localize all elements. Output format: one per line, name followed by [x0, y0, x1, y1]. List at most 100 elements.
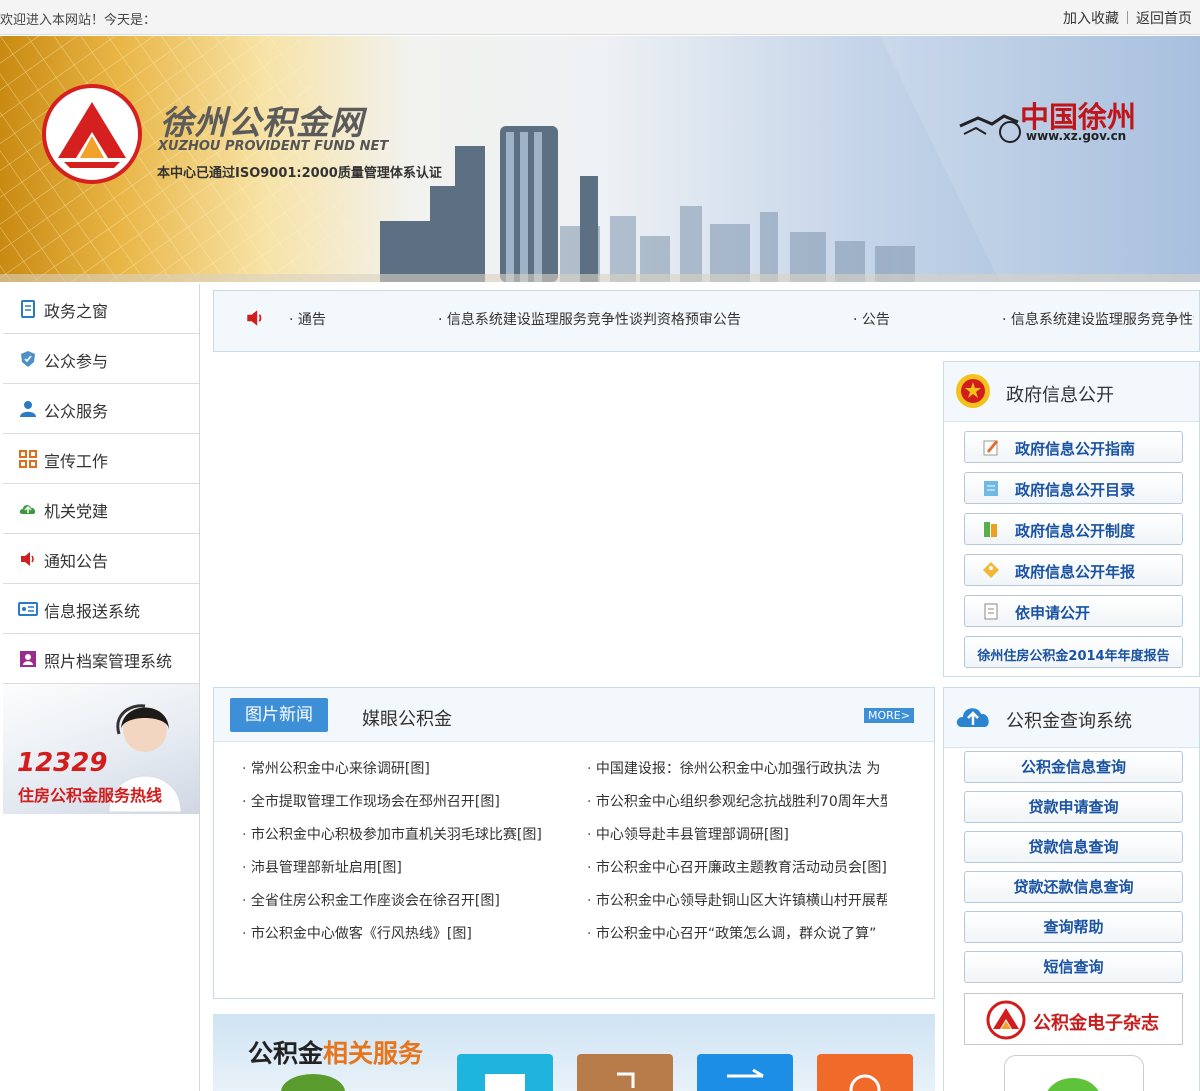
loan-repayment-query-button[interactable]: 贷款还款信息查询: [964, 871, 1183, 903]
banner-skyline-art: [0, 36, 1200, 282]
service-tile-icon: [727, 1068, 764, 1078]
notice-bar: · 通告 · 信息系统建设监理服务竞争性谈判资格预审公告 · 公告 · 信息系统建设监…: [213, 290, 1200, 352]
national-emblem-icon: [956, 374, 990, 408]
hotline-banner[interactable]: 12329 住房公积金服务热线: [3, 684, 199, 814]
wechat-icon: [1047, 1078, 1099, 1091]
partner-logo-url[interactable]: www.xz.gov.cn: [1026, 129, 1126, 143]
gov-info-title: 政府信息公开: [1006, 385, 1114, 406]
news-item[interactable]: 市公积金中心召开廉政主题教育活动动员会[图]: [587, 857, 887, 890]
tag-icon: [983, 562, 999, 578]
sidebar-item-label: 宣传工作: [44, 452, 109, 471]
logo-icon: [58, 102, 126, 168]
speaker-icon: [247, 310, 262, 326]
tab-photo-news[interactable]: 图片新闻: [230, 698, 328, 732]
e-magazine-button[interactable]: 公积金电子杂志: [964, 993, 1183, 1045]
annual-report-2014-button[interactable]: 徐州住房公积金2014年年度报告: [964, 636, 1183, 668]
gov-info-guide-button[interactable]: 政府信息公开指南: [964, 431, 1183, 463]
service-tile-icon: [617, 1072, 635, 1088]
notice-marquee: · 通告 · 信息系统建设监理服务竞争性谈判资格预审公告 · 公告 · 信息系统建设监…: [289, 309, 1194, 329]
sidebar-item-photo-archive-system[interactable]: 照片档案管理系统: [3, 634, 199, 684]
sidebar-item-label: 信息报送系统: [44, 602, 141, 621]
related-services-title: 公积金相关服务: [248, 1034, 423, 1070]
service-tile-icon: [485, 1074, 525, 1091]
gov-info-header: 政府信息公开: [944, 362, 1199, 422]
query-help-button[interactable]: 查询帮助: [964, 911, 1183, 943]
related-services-title-part2: 相关服务: [323, 1039, 424, 1068]
news-item[interactable]: 市公积金中心领导赴铜山区大许镇横山村开展帮: [587, 890, 887, 923]
news-list-right: 中国建设报：徐州公积金中心加强行政执法 为 市公积金中心组织参观纪念抗战胜利70…: [587, 758, 887, 956]
related-services-title-part1: 公积金: [248, 1039, 324, 1068]
news-panel: 图片新闻 媒眼公积金 MORE> 常州公积金中心来徐调研[图] 全市提取管理工作…: [213, 687, 935, 999]
link-divider: [1127, 11, 1128, 24]
user-icon: [20, 401, 36, 417]
gov-info-request-button[interactable]: 依申请公开: [964, 595, 1183, 627]
sidebar-item-label: 通知公告: [44, 552, 109, 571]
header-banner: 徐州公积金网 XUZHOU PROVIDENT FUND NET 本中心已通过I…: [0, 36, 1200, 282]
notice-item[interactable]: · 信息系统建设监理服务竞争性谈判资格预审公告: [1002, 309, 1194, 329]
service-tile-2[interactable]: [577, 1054, 673, 1091]
more-button[interactable]: MORE>: [864, 708, 914, 723]
loan-info-query-button[interactable]: 贷款信息查询: [964, 831, 1183, 863]
news-item[interactable]: 常州公积金中心来徐调研[图]: [242, 758, 562, 791]
sidebar-item-label: 公众服务: [44, 402, 109, 421]
related-services-banner: 公积金相关服务: [213, 1014, 935, 1091]
sidebar-item-public-service[interactable]: 公众服务: [3, 384, 199, 434]
cloud-upload-icon: [956, 708, 989, 727]
news-item[interactable]: 沛县管理部新址启用[图]: [242, 857, 562, 890]
gov-info-button-label: 依申请公开: [1015, 604, 1091, 622]
news-item[interactable]: 中心领导赴丰县管理部调研[图]: [587, 824, 887, 857]
news-item[interactable]: 全市提取管理工作现场会在邳州召开[图]: [242, 791, 562, 824]
welcome-text: 欢迎进入本网站！今天是：: [0, 13, 157, 28]
query-system-title: 公积金查询系统: [1006, 711, 1132, 732]
add-favorite-link[interactable]: 加入收藏: [1063, 11, 1119, 27]
gov-info-button-label: 徐州住房公积金2014年年度报告: [977, 649, 1170, 664]
news-item[interactable]: 市公积金中心做客《行风热线》[图]: [242, 923, 562, 956]
top-bar: 欢迎进入本网站！今天是： 加入收藏 返回首页: [0, 0, 1200, 35]
gov-info-button-label: 政府信息公开制度: [1015, 522, 1136, 540]
wechat-badge[interactable]: [1004, 1055, 1144, 1091]
service-tile-3[interactable]: [697, 1054, 793, 1091]
notice-item[interactable]: · 信息系统建设监理服务竞争性谈判资格预审公告: [438, 309, 853, 329]
hotline-number: 12329: [17, 748, 108, 778]
sidebar-nav: 政务之窗 公众参与 公众服务 宣传工作 机关党建 通知公告 信息报送系统 照片档…: [3, 284, 200, 1091]
news-item[interactable]: 市公积金中心组织参观纪念抗战胜利70周年大型: [587, 791, 887, 824]
news-list-left: 常州公积金中心来徐调研[图] 全市提取管理工作现场会在邳州召开[图] 市公积金中…: [242, 758, 562, 956]
gov-info-annual-report-button[interactable]: 政府信息公开年报: [964, 554, 1183, 586]
cloud-icon: [19, 505, 36, 514]
sms-query-button[interactable]: 短信查询: [964, 951, 1183, 983]
news-tabs: 图片新闻 媒眼公积金 MORE>: [214, 688, 934, 742]
photo-icon: [20, 651, 36, 667]
gov-info-rules-button[interactable]: 政府信息公开制度: [964, 513, 1183, 545]
notice-item[interactable]: · 公告: [853, 309, 1002, 329]
id-card-icon: [18, 602, 38, 616]
speaker-icon: [21, 552, 34, 566]
service-tile-icon: [849, 1074, 881, 1091]
news-item[interactable]: 市公积金中心积极参加市直机关羽毛球比赛[图]: [242, 824, 562, 857]
iso-certification-text: 本中心已通过ISO9001:2000质量管理体系认证: [157, 166, 442, 181]
sidebar-item-gov-window[interactable]: 政务之窗: [3, 284, 199, 334]
sidebar-item-publicity[interactable]: 宣传工作: [3, 434, 199, 484]
sidebar-item-public-participation[interactable]: 公众参与: [3, 334, 199, 384]
clipboard-icon: [984, 603, 998, 620]
site-logo[interactable]: [42, 84, 142, 184]
sidebar-item-notices[interactable]: 通知公告: [3, 534, 199, 584]
tab-media-view[interactable]: 媒眼公积金: [362, 705, 452, 731]
news-item[interactable]: 中国建设报：徐州公积金中心加强行政执法 为: [587, 758, 887, 791]
news-item[interactable]: 全省住房公积金工作座谈会在徐召开[图]: [242, 890, 562, 923]
service-tile-1[interactable]: [457, 1054, 553, 1091]
site-subtitle-en: XUZHOU PROVIDENT FUND NET: [158, 139, 389, 154]
grid-icon: [19, 450, 37, 468]
sidebar-item-info-report-system[interactable]: 信息报送系统: [3, 584, 199, 634]
query-system-panel: 公积金查询系统 公积金信息查询 贷款申请查询 贷款信息查询 贷款还款信息查询 查…: [943, 687, 1200, 1091]
news-item[interactable]: 市公积金中心召开“政策怎么调，群众说了算”: [587, 923, 887, 956]
notepad-icon: [984, 481, 998, 496]
sidebar-item-label: 政务之窗: [44, 302, 109, 321]
gov-info-catalog-button[interactable]: 政府信息公开目录: [964, 472, 1183, 504]
logo-icon: [986, 1000, 1026, 1040]
loan-application-query-button[interactable]: 贷款申请查询: [964, 791, 1183, 823]
notice-item[interactable]: · 通告: [289, 309, 438, 329]
fund-info-query-button[interactable]: 公积金信息查询: [964, 751, 1183, 783]
sidebar-item-party-building[interactable]: 机关党建: [3, 484, 199, 534]
home-link[interactable]: 返回首页: [1136, 11, 1192, 27]
service-tile-4[interactable]: [817, 1054, 913, 1091]
